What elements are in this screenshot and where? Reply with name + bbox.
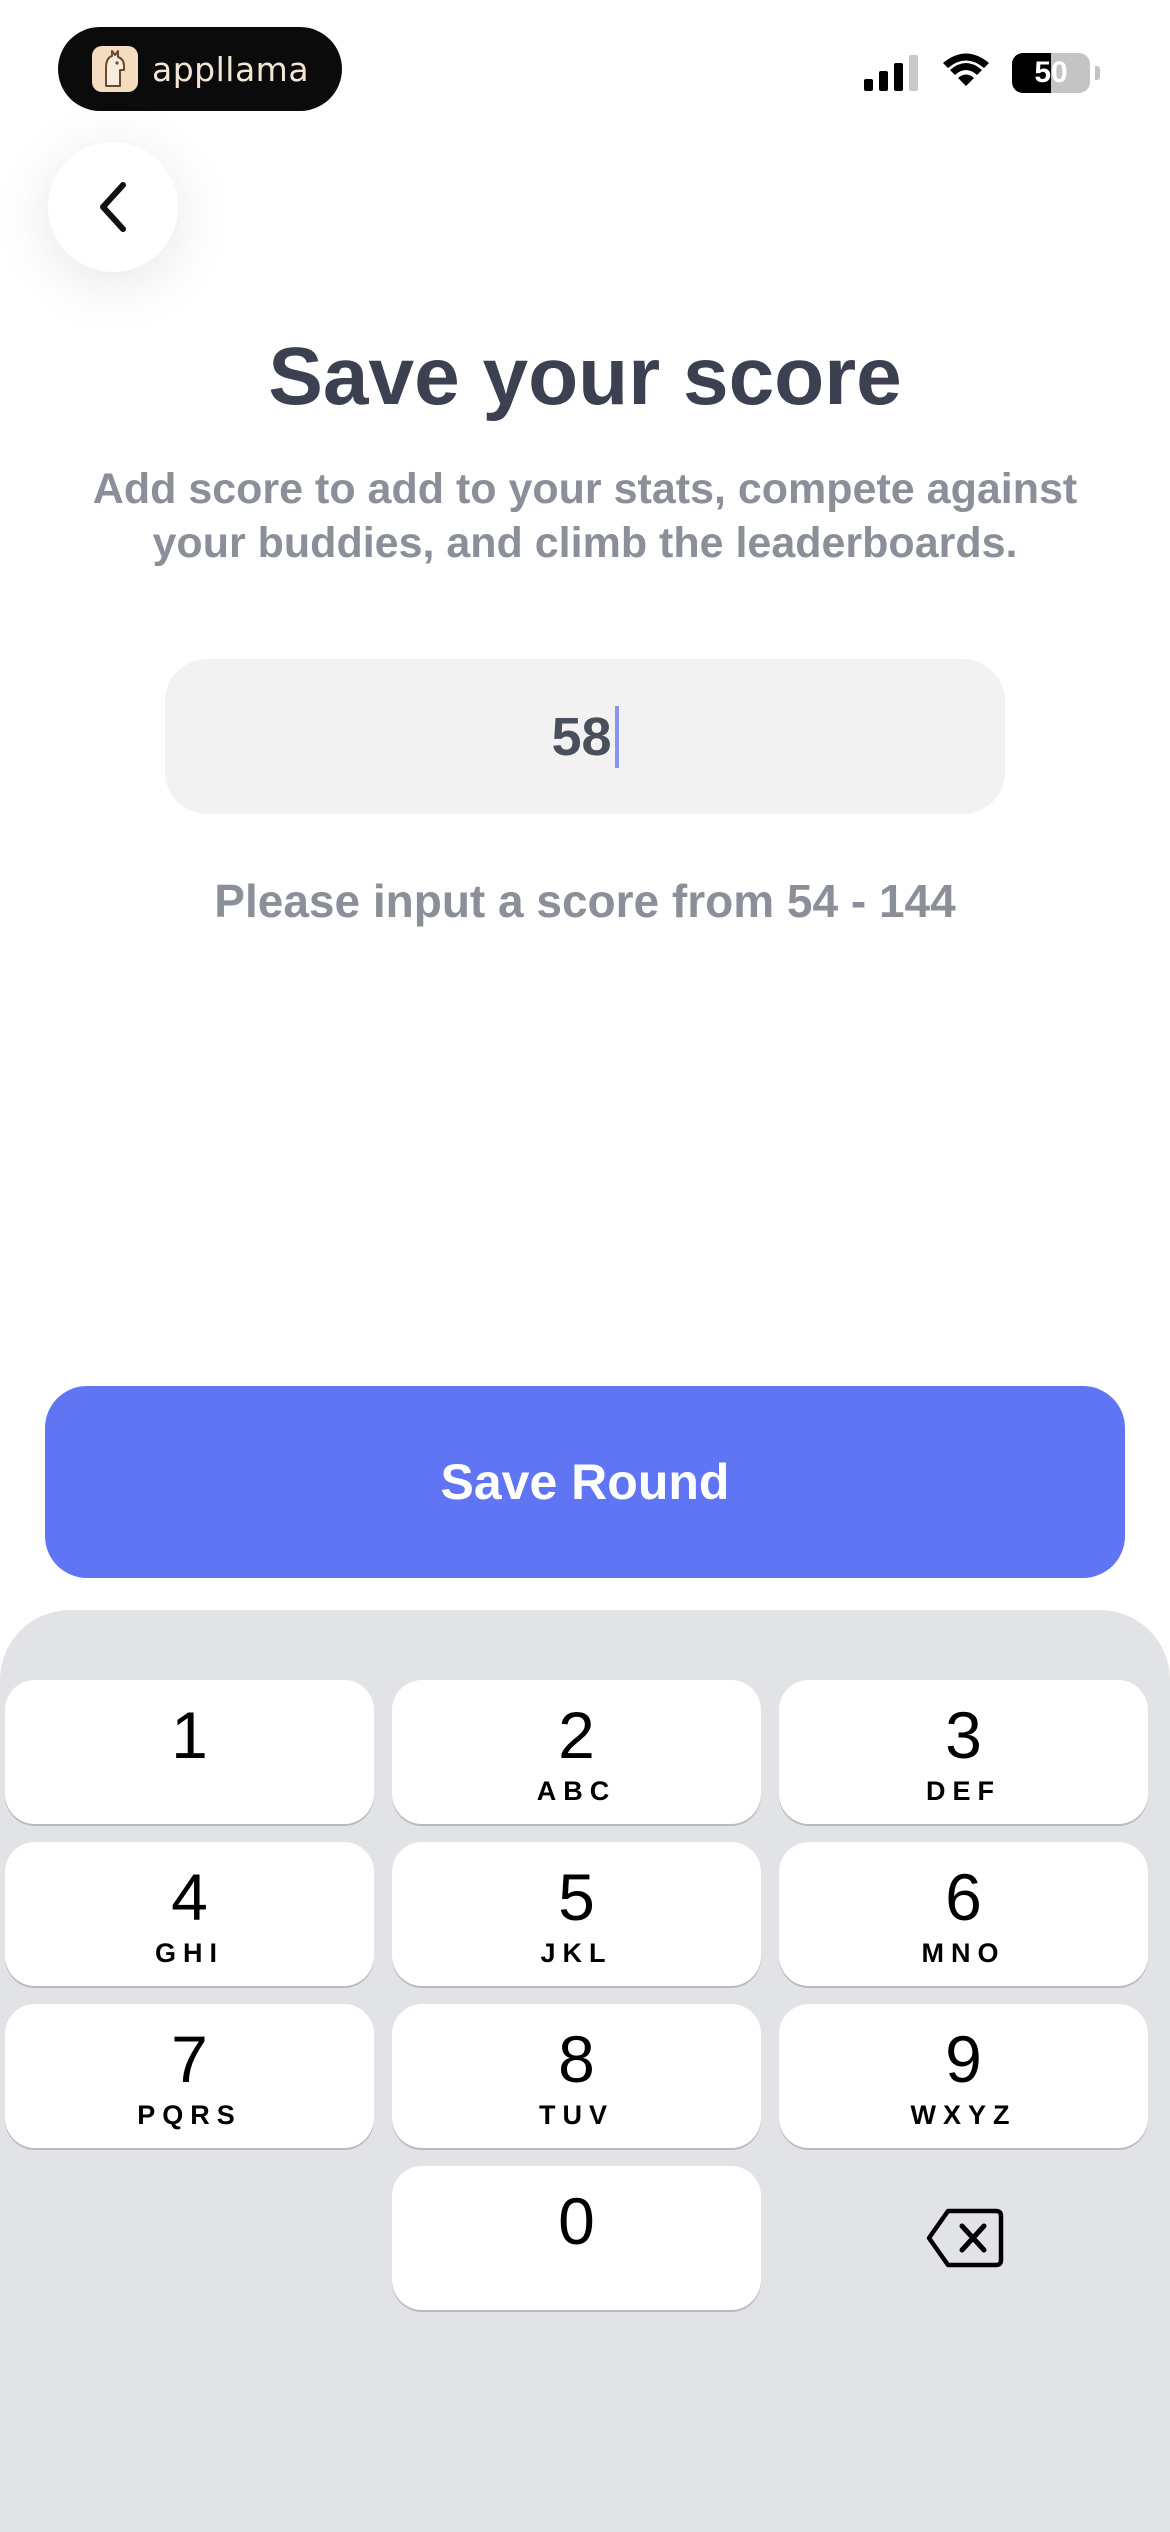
key-digit: 0 (558, 2184, 595, 2258)
key-0[interactable]: 0 (392, 2166, 761, 2310)
chevron-left-icon (100, 182, 126, 232)
delete-key[interactable] (910, 2193, 1020, 2283)
score-range-hint: Please input a score from 54 - 144 (214, 875, 956, 927)
text-caret (614, 705, 619, 768)
cellular-signal-icon (864, 54, 918, 91)
key-1[interactable]: 1 (5, 1680, 374, 1824)
key-letters: MNO (921, 1938, 1006, 1968)
key-letters: JKL (540, 1938, 613, 1968)
key-6[interactable]: 6 MNO (779, 1842, 1148, 1986)
key-letters: PQRS (137, 2100, 242, 2130)
key-letters: TUV (539, 2100, 614, 2130)
key-digit: 4 (171, 1860, 208, 1934)
score-input-value: 58 (551, 706, 612, 767)
page-title: Save your score (268, 331, 902, 422)
key-letters: GHI (154, 1938, 224, 1968)
battery-level: 50 (1034, 55, 1068, 89)
key-digit: 1 (171, 1698, 208, 1772)
brand-pill: appllama (58, 27, 342, 111)
llama-logo-icon (92, 46, 138, 92)
key-digit: 3 (945, 1698, 982, 1772)
save-round-button[interactable]: Save Round (45, 1386, 1125, 1578)
key-digit: 7 (171, 2022, 208, 2096)
key-letters: WXYZ (910, 2100, 1017, 2130)
back-button[interactable] (48, 142, 178, 272)
key-digit: 9 (945, 2022, 982, 2096)
key-8[interactable]: 8 TUV (392, 2004, 761, 2148)
battery-icon: 50 (1012, 52, 1100, 93)
key-digit: 5 (558, 1860, 595, 1934)
status-indicators: 50 (864, 52, 1100, 93)
key-3[interactable]: 3 DEF (779, 1680, 1148, 1824)
key-digit: 6 (945, 1860, 982, 1934)
wifi-icon (942, 52, 990, 93)
key-digit: 2 (558, 1698, 595, 1772)
key-2[interactable]: 2 ABC (392, 1680, 761, 1824)
page-subtitle: Add score to add to your stats, compete … (92, 465, 1078, 567)
key-5[interactable]: 5 JKL (392, 1842, 761, 1986)
save-round-label: Save Round (440, 1454, 730, 1510)
key-letters: DEF (926, 1776, 1001, 1806)
key-digit: 8 (558, 2022, 595, 2096)
brand-name: appllama (152, 49, 310, 89)
score-input[interactable]: 58 (165, 659, 1005, 814)
key-4[interactable]: 4 GHI (5, 1842, 374, 1986)
key-9[interactable]: 9 WXYZ (779, 2004, 1148, 2148)
save-score-screen: appllama 50 Save your score Add score to… (0, 0, 1170, 2532)
key-letters: ABC (536, 1776, 617, 1806)
backspace-icon (926, 2208, 1004, 2268)
key-7[interactable]: 7 PQRS (5, 2004, 374, 2148)
